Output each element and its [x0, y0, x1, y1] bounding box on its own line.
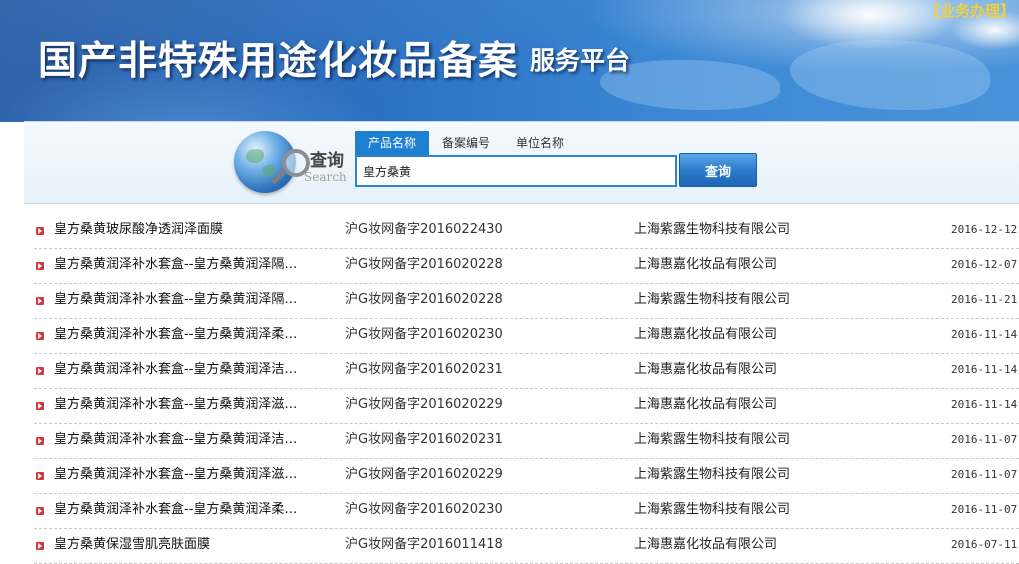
- unit-name: 上海紫露生物科技有限公司: [634, 222, 791, 237]
- search-label: 查询: [310, 151, 344, 171]
- red-arrow-bullet-icon: [36, 402, 44, 410]
- record-date: 2016-12-12: [951, 223, 1018, 236]
- unit-name: 上海惠嘉化妆品有限公司: [634, 537, 778, 552]
- record-number: 沪G妆网备字2016020231: [345, 362, 503, 377]
- record-number: 沪G妆网备字2016020229: [345, 397, 503, 412]
- header-banner: 国产非特殊用途化妆品备案 服务平台 【业务办理】: [0, 0, 1019, 122]
- record-number: 沪G妆网备字2016020230: [345, 327, 503, 342]
- record-number: 沪G妆网备字2016020230: [345, 502, 503, 517]
- record-date: 2016-11-21: [951, 293, 1018, 306]
- list-item: 皇方桑黄润泽补水套盒--皇方桑黄润泽洁… 沪G妆网备字2016020231 上海…: [34, 424, 1019, 459]
- red-arrow-bullet-icon: [36, 227, 44, 235]
- record-number: 沪G妆网备字2016022430: [345, 222, 503, 237]
- list-item: 皇方桑黄润泽补水套盒--皇方桑黄润泽隔… 沪G妆网备字2016020228 上海…: [34, 284, 1019, 319]
- unit-name: 上海紫露生物科技有限公司: [634, 502, 791, 517]
- red-arrow-bullet-icon: [36, 472, 44, 480]
- unit-name: 上海惠嘉化妆品有限公司: [634, 327, 778, 342]
- tab-record-number[interactable]: 备案编号: [429, 131, 503, 155]
- record-date: 2016-11-07: [951, 433, 1018, 446]
- list-item: 皇方桑黄润泽补水套盒--皇方桑黄润泽洁… 沪G妆网备字2016020231 上海…: [34, 354, 1019, 389]
- search-label-en: Search: [304, 170, 347, 184]
- product-name-link[interactable]: 皇方桑黄玻尿酸净透润泽面膜: [54, 214, 326, 246]
- unit-name: 上海惠嘉化妆品有限公司: [634, 257, 778, 272]
- red-arrow-bullet-icon: [36, 507, 44, 515]
- search-panel: 查询 Search 产品名称 备案编号 单位名称 查询: [24, 121, 1019, 204]
- record-date: 2016-07-11: [951, 538, 1018, 551]
- search-button[interactable]: 查询: [679, 153, 757, 187]
- record-number: 沪G妆网备字2016020231: [345, 432, 503, 447]
- globe-land: [246, 149, 264, 163]
- record-date: 2016-11-14: [951, 328, 1018, 341]
- red-arrow-bullet-icon: [36, 332, 44, 340]
- record-number: 沪G妆网备字2016020228: [345, 292, 503, 307]
- unit-name: 上海紫露生物科技有限公司: [634, 292, 791, 307]
- record-date: 2016-11-14: [951, 398, 1018, 411]
- list-item: 皇方桑黄润泽补水套盒--皇方桑黄润泽滋… 沪G妆网备字2016020229 上海…: [34, 389, 1019, 424]
- unit-name: 上海惠嘉化妆品有限公司: [634, 362, 778, 377]
- record-date: 2016-11-07: [951, 468, 1018, 481]
- red-arrow-bullet-icon: [36, 367, 44, 375]
- product-name-link[interactable]: 皇方桑黄润泽补水套盒--皇方桑黄润泽隔…: [54, 249, 326, 281]
- record-date: 2016-12-07: [951, 258, 1018, 271]
- list-item: 皇方桑黄润泽补水套盒--皇方桑黄润泽柔… 沪G妆网备字2016020230 上海…: [34, 319, 1019, 354]
- search-input[interactable]: [355, 155, 677, 187]
- unit-name: 上海紫露生物科技有限公司: [634, 467, 791, 482]
- product-name-link[interactable]: 皇方桑黄润泽补水套盒--皇方桑黄润泽洁…: [54, 354, 326, 386]
- results-list: 皇方桑黄玻尿酸净透润泽面膜 沪G妆网备字2016022430 上海紫露生物科技有…: [34, 214, 1019, 564]
- tab-unit-name[interactable]: 单位名称: [503, 131, 577, 155]
- product-name-link[interactable]: 皇方桑黄润泽补水套盒--皇方桑黄润泽洁…: [54, 424, 326, 456]
- red-arrow-bullet-icon: [36, 262, 44, 270]
- record-number: 沪G妆网备字2016020228: [345, 257, 503, 272]
- list-item: 皇方桑黄保湿雪肌亮肤面膜 沪G妆网备字2016011418 上海惠嘉化妆品有限公…: [34, 529, 1019, 564]
- tab-product-name[interactable]: 产品名称: [355, 131, 430, 155]
- record-number: 沪G妆网备字2016011418: [345, 537, 503, 552]
- list-item: 皇方桑黄玻尿酸净透润泽面膜 沪G妆网备字2016022430 上海紫露生物科技有…: [34, 214, 1019, 249]
- list-item: 皇方桑黄润泽补水套盒--皇方桑黄润泽柔… 沪G妆网备字2016020230 上海…: [34, 494, 1019, 529]
- record-date: 2016-11-14: [951, 363, 1018, 376]
- banner-map-decoration: [790, 40, 990, 110]
- red-arrow-bullet-icon: [36, 542, 44, 550]
- globe-land: [262, 165, 276, 177]
- business-link[interactable]: 【业务办理】: [925, 0, 1015, 21]
- list-item: 皇方桑黄润泽补水套盒--皇方桑黄润泽滋… 沪G妆网备字2016020229 上海…: [34, 459, 1019, 494]
- product-name-link[interactable]: 皇方桑黄润泽补水套盒--皇方桑黄润泽隔…: [54, 284, 326, 316]
- product-name-link[interactable]: 皇方桑黄保湿雪肌亮肤面膜: [54, 529, 326, 561]
- record-date: 2016-11-07: [951, 503, 1018, 516]
- unit-name: 上海惠嘉化妆品有限公司: [634, 397, 778, 412]
- product-name-link[interactable]: 皇方桑黄润泽补水套盒--皇方桑黄润泽柔…: [54, 319, 326, 351]
- site-title: 国产非特殊用途化妆品备案: [38, 38, 519, 84]
- product-name-link[interactable]: 皇方桑黄润泽补水套盒--皇方桑黄润泽滋…: [54, 459, 326, 491]
- site-subtitle: 服务平台: [530, 46, 631, 75]
- red-arrow-bullet-icon: [36, 297, 44, 305]
- record-number: 沪G妆网备字2016020229: [345, 467, 503, 482]
- red-arrow-bullet-icon: [36, 437, 44, 445]
- product-name-link[interactable]: 皇方桑黄润泽补水套盒--皇方桑黄润泽柔…: [54, 494, 326, 526]
- unit-name: 上海紫露生物科技有限公司: [634, 432, 791, 447]
- search-tabs: 产品名称 备案编号 单位名称: [355, 131, 577, 155]
- product-name-link[interactable]: 皇方桑黄润泽补水套盒--皇方桑黄润泽滋…: [54, 389, 326, 421]
- list-item: 皇方桑黄润泽补水套盒--皇方桑黄润泽隔… 沪G妆网备字2016020228 上海…: [34, 249, 1019, 284]
